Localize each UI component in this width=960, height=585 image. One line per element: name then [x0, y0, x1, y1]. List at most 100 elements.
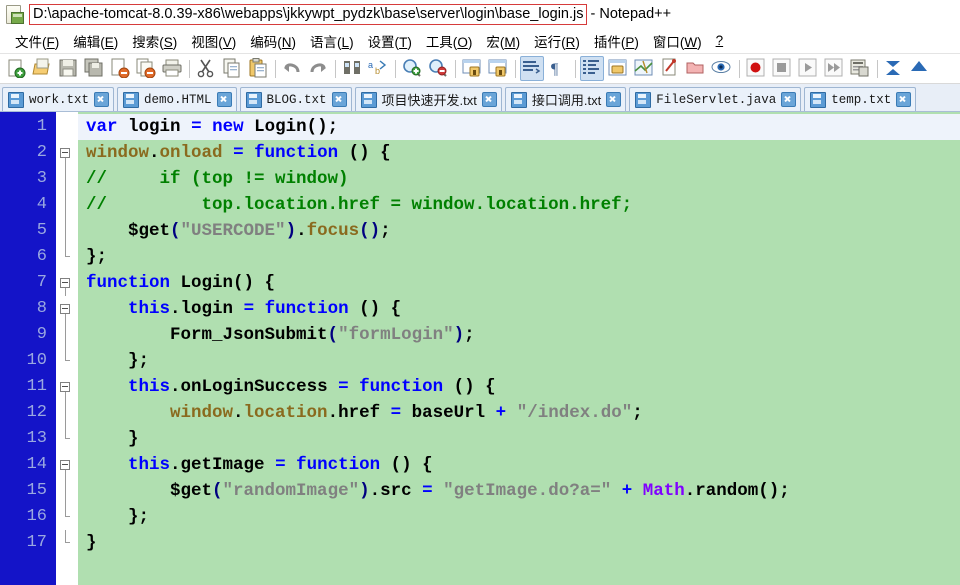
menu-item-4[interactable]: 编码(N): [243, 29, 303, 53]
code-line[interactable]: // top.location.href = window.location.h…: [78, 192, 960, 218]
redo-icon[interactable]: [306, 56, 330, 81]
undo-icon[interactable]: [280, 56, 304, 81]
zoom-out-icon[interactable]: [426, 56, 450, 81]
menu-item-6[interactable]: 设置(T): [361, 29, 419, 53]
macro-stop-icon[interactable]: [770, 56, 794, 81]
code-folding-margin[interactable]: [56, 112, 78, 585]
menu-item-8[interactable]: 宏(M): [479, 29, 527, 53]
replace-icon[interactable]: ab: [366, 56, 390, 81]
show-pilcrow-icon[interactable]: ¶: [546, 56, 570, 81]
fold-collapse-icon[interactable]: [60, 382, 70, 392]
word-wrap-icon[interactable]: [520, 56, 544, 81]
copy-icon[interactable]: [220, 56, 244, 81]
fold-marker: [56, 192, 78, 218]
paste-icon[interactable]: [246, 56, 270, 81]
code-line[interactable]: };: [78, 244, 960, 270]
zoom-in-icon[interactable]: [400, 56, 424, 81]
sync-vertical-icon[interactable]: [460, 56, 484, 81]
fold-marker[interactable]: [56, 452, 78, 478]
expand-all-icon[interactable]: [908, 56, 932, 81]
fold-marker[interactable]: [56, 296, 78, 322]
menu-item-3[interactable]: 视图(V): [184, 29, 243, 53]
fold-collapse-icon[interactable]: [60, 278, 70, 288]
menu-item-9[interactable]: 运行(R): [527, 29, 587, 53]
code-line[interactable]: window.location.href = baseUrl + "/index…: [78, 400, 960, 426]
print-icon[interactable]: [160, 56, 184, 81]
code-line[interactable]: // if (top != window): [78, 166, 960, 192]
code-line[interactable]: }: [78, 530, 960, 556]
tab-close-icon[interactable]: [896, 92, 912, 107]
code-token: =: [243, 299, 255, 319]
code-editor[interactable]: 1 2 3 4 5 6 7 8 9 10 11 12 13 14 15 16 17 var login = ne…: [0, 112, 960, 585]
menu-item-10[interactable]: 插件(P): [587, 29, 646, 53]
fold-marker[interactable]: [56, 140, 78, 166]
user-define-dialog-icon[interactable]: [606, 56, 630, 81]
find-icon[interactable]: [340, 56, 364, 81]
tab-2[interactable]: BLOG.txt: [239, 87, 352, 111]
code-line[interactable]: };: [78, 504, 960, 530]
tab-close-icon[interactable]: [606, 92, 622, 107]
fold-collapse-icon[interactable]: [60, 304, 70, 314]
fold-collapse-icon[interactable]: [60, 460, 70, 470]
menu-item-0[interactable]: 文件(F): [8, 29, 66, 53]
code-line[interactable]: this.getImage = function () {: [78, 452, 960, 478]
function-list-icon[interactable]: [658, 56, 682, 81]
tab-5[interactable]: FileServlet.java: [629, 87, 802, 111]
tab-3[interactable]: 项目快速开发.txt: [354, 87, 502, 111]
code-token: .: [684, 481, 696, 501]
tab-4[interactable]: 接口调用.txt: [504, 87, 627, 111]
code-line[interactable]: $get("randomImage").src = "getImage.do?a…: [78, 478, 960, 504]
code-line[interactable]: function Login() {: [78, 270, 960, 296]
code-line[interactable]: Form_JsonSubmit("formLogin");: [78, 322, 960, 348]
menu-item-7[interactable]: 工具(O): [419, 29, 480, 53]
indent-guide-icon[interactable]: [580, 56, 604, 81]
new-file-icon[interactable]: [4, 56, 28, 81]
close-file-icon[interactable]: [108, 56, 132, 81]
save-icon[interactable]: [56, 56, 80, 81]
tab-close-icon[interactable]: [94, 92, 110, 107]
close-all-icon[interactable]: [134, 56, 158, 81]
code-line[interactable]: };: [78, 348, 960, 374]
code-line[interactable]: this.onLoginSuccess = function () {: [78, 374, 960, 400]
cut-icon[interactable]: [194, 56, 218, 81]
code-text-area[interactable]: var login = new Login(); window.onload = …: [78, 112, 960, 585]
sync-horizontal-icon[interactable]: [486, 56, 510, 81]
monitoring-icon[interactable]: [710, 56, 734, 81]
code-line[interactable]: this.login = function () {: [78, 296, 960, 322]
menu-item-5[interactable]: 语言(L): [303, 29, 361, 53]
tab-close-icon[interactable]: [481, 92, 497, 107]
open-file-icon[interactable]: [30, 56, 54, 81]
tab-close-icon[interactable]: [216, 92, 232, 107]
folder-as-workspace-icon[interactable]: [684, 56, 708, 81]
macro-save-icon[interactable]: [848, 56, 872, 81]
tab-close-icon[interactable]: [781, 92, 797, 107]
fold-marker[interactable]: [56, 374, 78, 400]
tab-1[interactable]: demo.HTML: [117, 87, 237, 111]
code-token: "getImage.do?a=": [443, 481, 612, 501]
menu-item-11[interactable]: 窗口(W): [646, 29, 709, 53]
tab-close-icon[interactable]: [331, 92, 347, 107]
code-token: (: [359, 221, 370, 241]
tab-6[interactable]: temp.txt: [804, 87, 917, 111]
menu-item-12[interactable]: ?: [709, 31, 731, 50]
menu-item-2[interactable]: 搜索(S): [125, 29, 184, 53]
macro-play-multiple-icon[interactable]: [822, 56, 846, 81]
fold-marker[interactable]: [56, 270, 78, 296]
code-line[interactable]: $get("USERCODE").focus();: [78, 218, 960, 244]
doc-map-icon[interactable]: [632, 56, 656, 81]
code-line[interactable]: }: [78, 426, 960, 452]
macro-record-icon[interactable]: [744, 56, 768, 81]
tab-0[interactable]: work.txt: [2, 87, 115, 111]
save-all-icon[interactable]: [82, 56, 106, 81]
code-line[interactable]: var login = new Login();: [78, 114, 960, 140]
macro-play-icon[interactable]: [796, 56, 820, 81]
menu-item-1[interactable]: 编辑(E): [66, 29, 125, 53]
fold-collapse-icon[interactable]: [60, 148, 70, 158]
fold-marker: [56, 322, 78, 348]
code-line[interactable]: window.onload = function () {: [78, 140, 960, 166]
collapse-all-icon[interactable]: [882, 56, 906, 81]
tab-label: FileServlet.java: [656, 92, 777, 107]
